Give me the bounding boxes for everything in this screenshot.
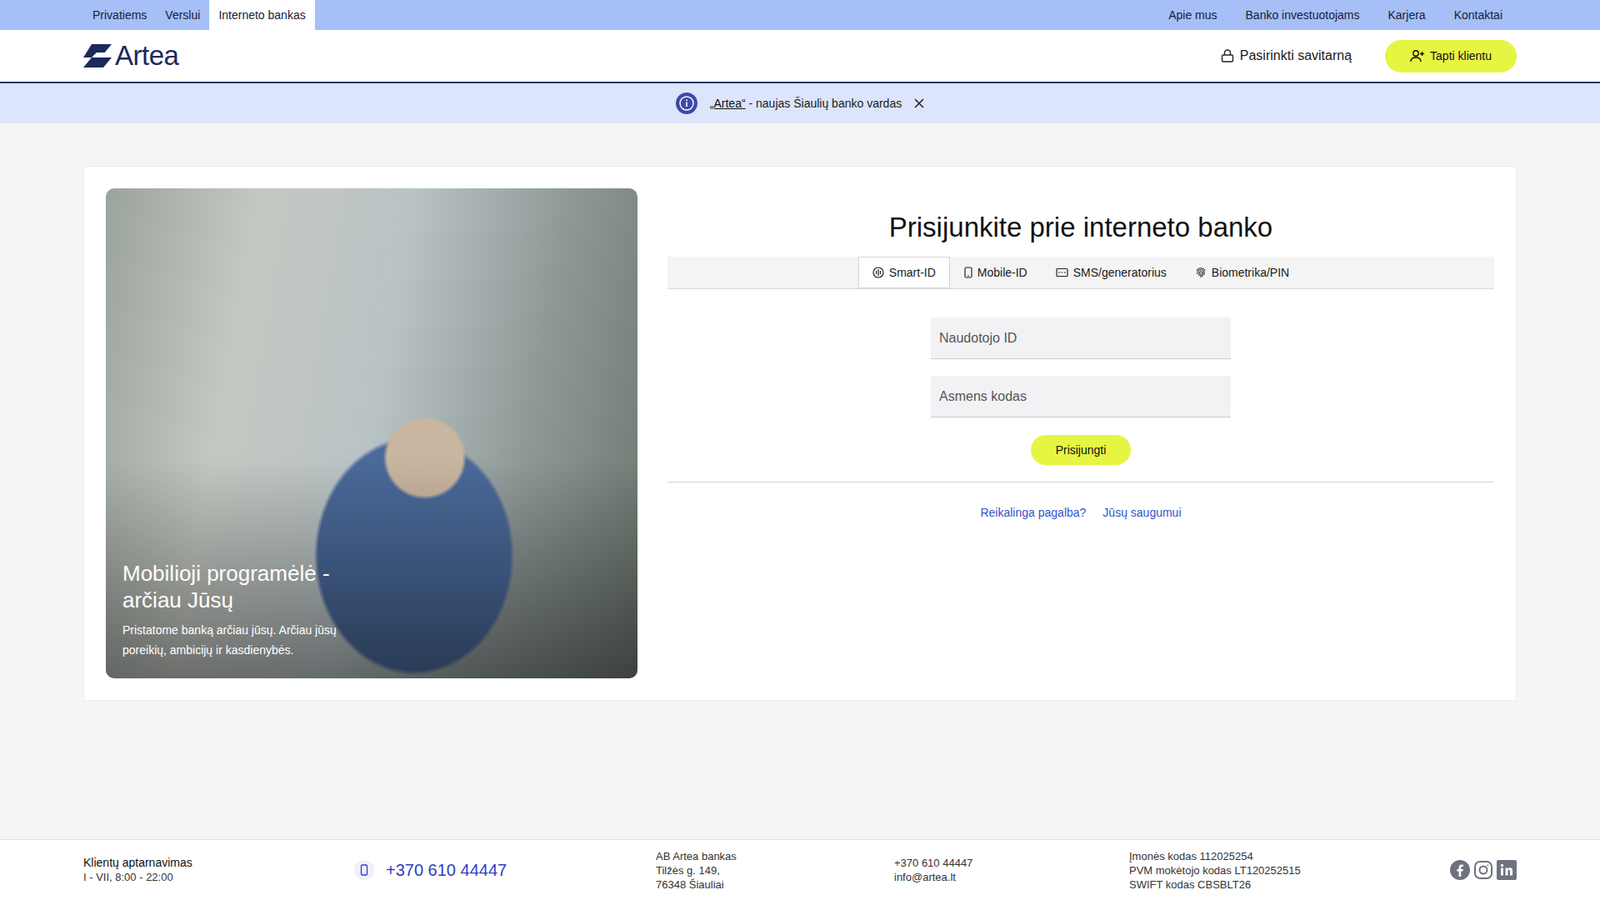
nav-link[interactable]: Apie mus (1154, 0, 1231, 30)
login-tab[interactable]: SMS/generatorius (1041, 256, 1181, 289)
help-links: Reikalinga pagalba? Jūsų saugumui (667, 505, 1495, 520)
login-form: Prisijungti (930, 317, 1231, 465)
login-tab[interactable]: Biometrika/PIN (1180, 256, 1304, 289)
info-nav: Apie musBanko investuotojamsKarjeraKonta… (1154, 0, 1517, 30)
phone-icon (354, 860, 375, 880)
login-panel: Prisijunkite prie interneto banko Smart-I… (667, 188, 1495, 679)
logo-text[interactable]: Artea (115, 40, 179, 72)
help-link[interactable]: Jūsų saugumui (1102, 505, 1181, 520)
login-button[interactable]: Prisijungti (1030, 435, 1132, 465)
social-links (1450, 860, 1517, 880)
self-service-link[interactable]: Pasirinkti savitarną (1220, 48, 1352, 64)
lock-icon (1220, 48, 1235, 64)
nav-link[interactable]: Karjera (1373, 0, 1440, 30)
login-method-tabs: Smart-IDMobile-IDSMS/generatoriusBiometr… (667, 256, 1495, 290)
card-icon (1055, 267, 1069, 278)
fingerprint-icon (1195, 266, 1207, 279)
instagram-icon[interactable] (1473, 860, 1494, 880)
phone-block: +370 610 44447 (354, 860, 656, 880)
linkedin-icon[interactable] (1496, 860, 1517, 880)
help-link[interactable]: Reikalinga pagalba? (980, 505, 1086, 520)
become-client-button[interactable]: Tapti klientu (1385, 40, 1517, 73)
phone-link[interactable]: +370 610 44447 (385, 860, 507, 880)
top-nav: PrivatiemsVersluiInterneto bankas Apie mu… (0, 0, 1600, 30)
header: Artea Pasirinkti savitarną Tapti klientu (0, 30, 1600, 84)
user-plus-icon (1410, 49, 1425, 63)
address-block: AB Artea bankasTilžės g. 149,76348 Šiaul… (655, 849, 895, 892)
login-tab[interactable]: Smart-ID (858, 256, 950, 289)
segment-nav: PrivatiemsVersluiInterneto bankas (83, 0, 315, 30)
info-banner: „Artea“ - naujas Šiaulių banko vardas (0, 83, 1600, 124)
facebook-icon[interactable] (1450, 860, 1470, 880)
divider (667, 481, 1495, 483)
nav-link[interactable]: Banko investuotojams (1231, 0, 1375, 30)
promo-image: Mobilioji programėlė - arčiau Jūsų Prista… (105, 188, 638, 679)
close-icon[interactable] (913, 97, 925, 110)
login-tab[interactable]: Mobile-ID (950, 256, 1042, 289)
promo-title: Mobilioji programėlė - arčiau Jūsų (122, 560, 365, 614)
banner-text: „Artea“ - naujas Šiaulių banko vardas (710, 96, 902, 110)
promo-subtitle: Pristatome banką arčiau jūsų. Arčiau jūs… (122, 620, 365, 660)
logo[interactable]: Artea (83, 40, 179, 72)
service-hours: Klientų aptarnavimasI - VII, 8:00 - 22:0… (83, 855, 355, 885)
user-id-input[interactable] (930, 317, 1231, 360)
login-card: Mobilioji programėlė - arčiau Jūsų Prista… (83, 165, 1517, 701)
codes-block: Įmonės kodas 112025254PVM mokėtojo kodas… (1129, 849, 1450, 892)
banner-link[interactable]: „Artea“ (710, 96, 746, 110)
personal-code-input[interactable] (930, 375, 1231, 418)
info-icon (675, 91, 699, 115)
contacts-block: +370 610 44447info@artea.lt (894, 855, 1130, 885)
login-title: Prisijunkite prie interneto banko (667, 211, 1495, 244)
segment-tab[interactable]: Interneto bankas (209, 0, 315, 30)
smart-id-icon (872, 266, 885, 279)
footer: Klientų aptarnavimasI - VII, 8:00 - 22:0… (0, 839, 1600, 900)
segment-tab[interactable]: Privatiems (83, 0, 156, 30)
logo-mark-icon[interactable] (83, 44, 112, 68)
segment-tab[interactable]: Verslui (155, 0, 210, 30)
phone-icon (964, 266, 973, 279)
nav-link[interactable]: Kontaktai (1440, 0, 1517, 30)
